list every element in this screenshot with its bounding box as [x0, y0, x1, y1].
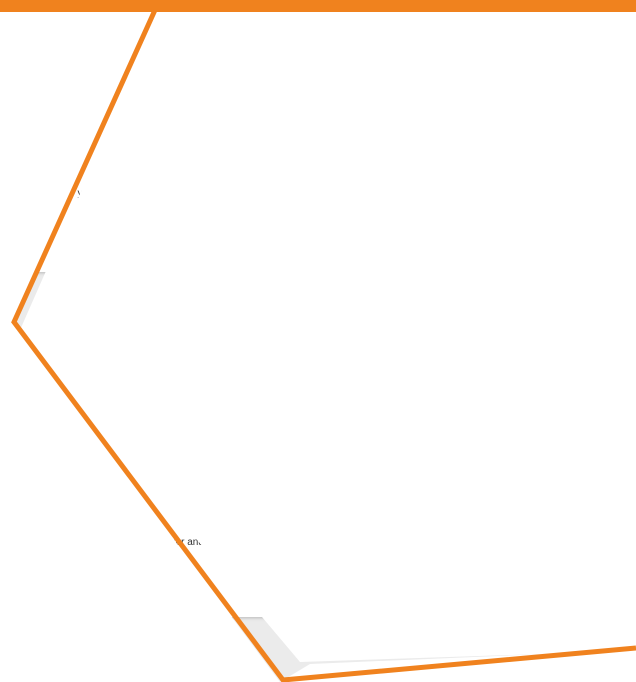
qualification-description: age your qualification processes, setup …: [58, 188, 421, 199]
templates-card: Templates Setup templates to: [526, 323, 636, 617]
overview-description: Get an overview of their lifecycle.: [538, 188, 622, 214]
templates-title: Templates: [538, 335, 621, 354]
go-to-qualification-process-button[interactable]: Go to qualification process: [302, 233, 490, 261]
page: age your qualification processes, setup …: [0, 0, 636, 682]
section-title-qualification-automation: Qualification Automation: [42, 295, 150, 306]
rulebook-title: Rulebook: [56, 335, 134, 354]
rulebook-description: ner and auto-assess your supplier qualif…: [170, 537, 418, 548]
open-book-icon: [190, 378, 360, 498]
templates-description: Setup templates to: [538, 537, 622, 548]
overview-card: Get an overview of their lifecycle.: [526, 0, 636, 272]
qualification-card: age your qualification processes, setup …: [30, 0, 500, 272]
top-accent-bar: [0, 0, 636, 12]
go-to-rulebook-button[interactable]: Go to rulebook: [376, 578, 488, 606]
rulebook-card: Rulebook ner and auto-assess your suppli…: [42, 323, 500, 617]
award-ribbon-icon: [190, 32, 350, 142]
